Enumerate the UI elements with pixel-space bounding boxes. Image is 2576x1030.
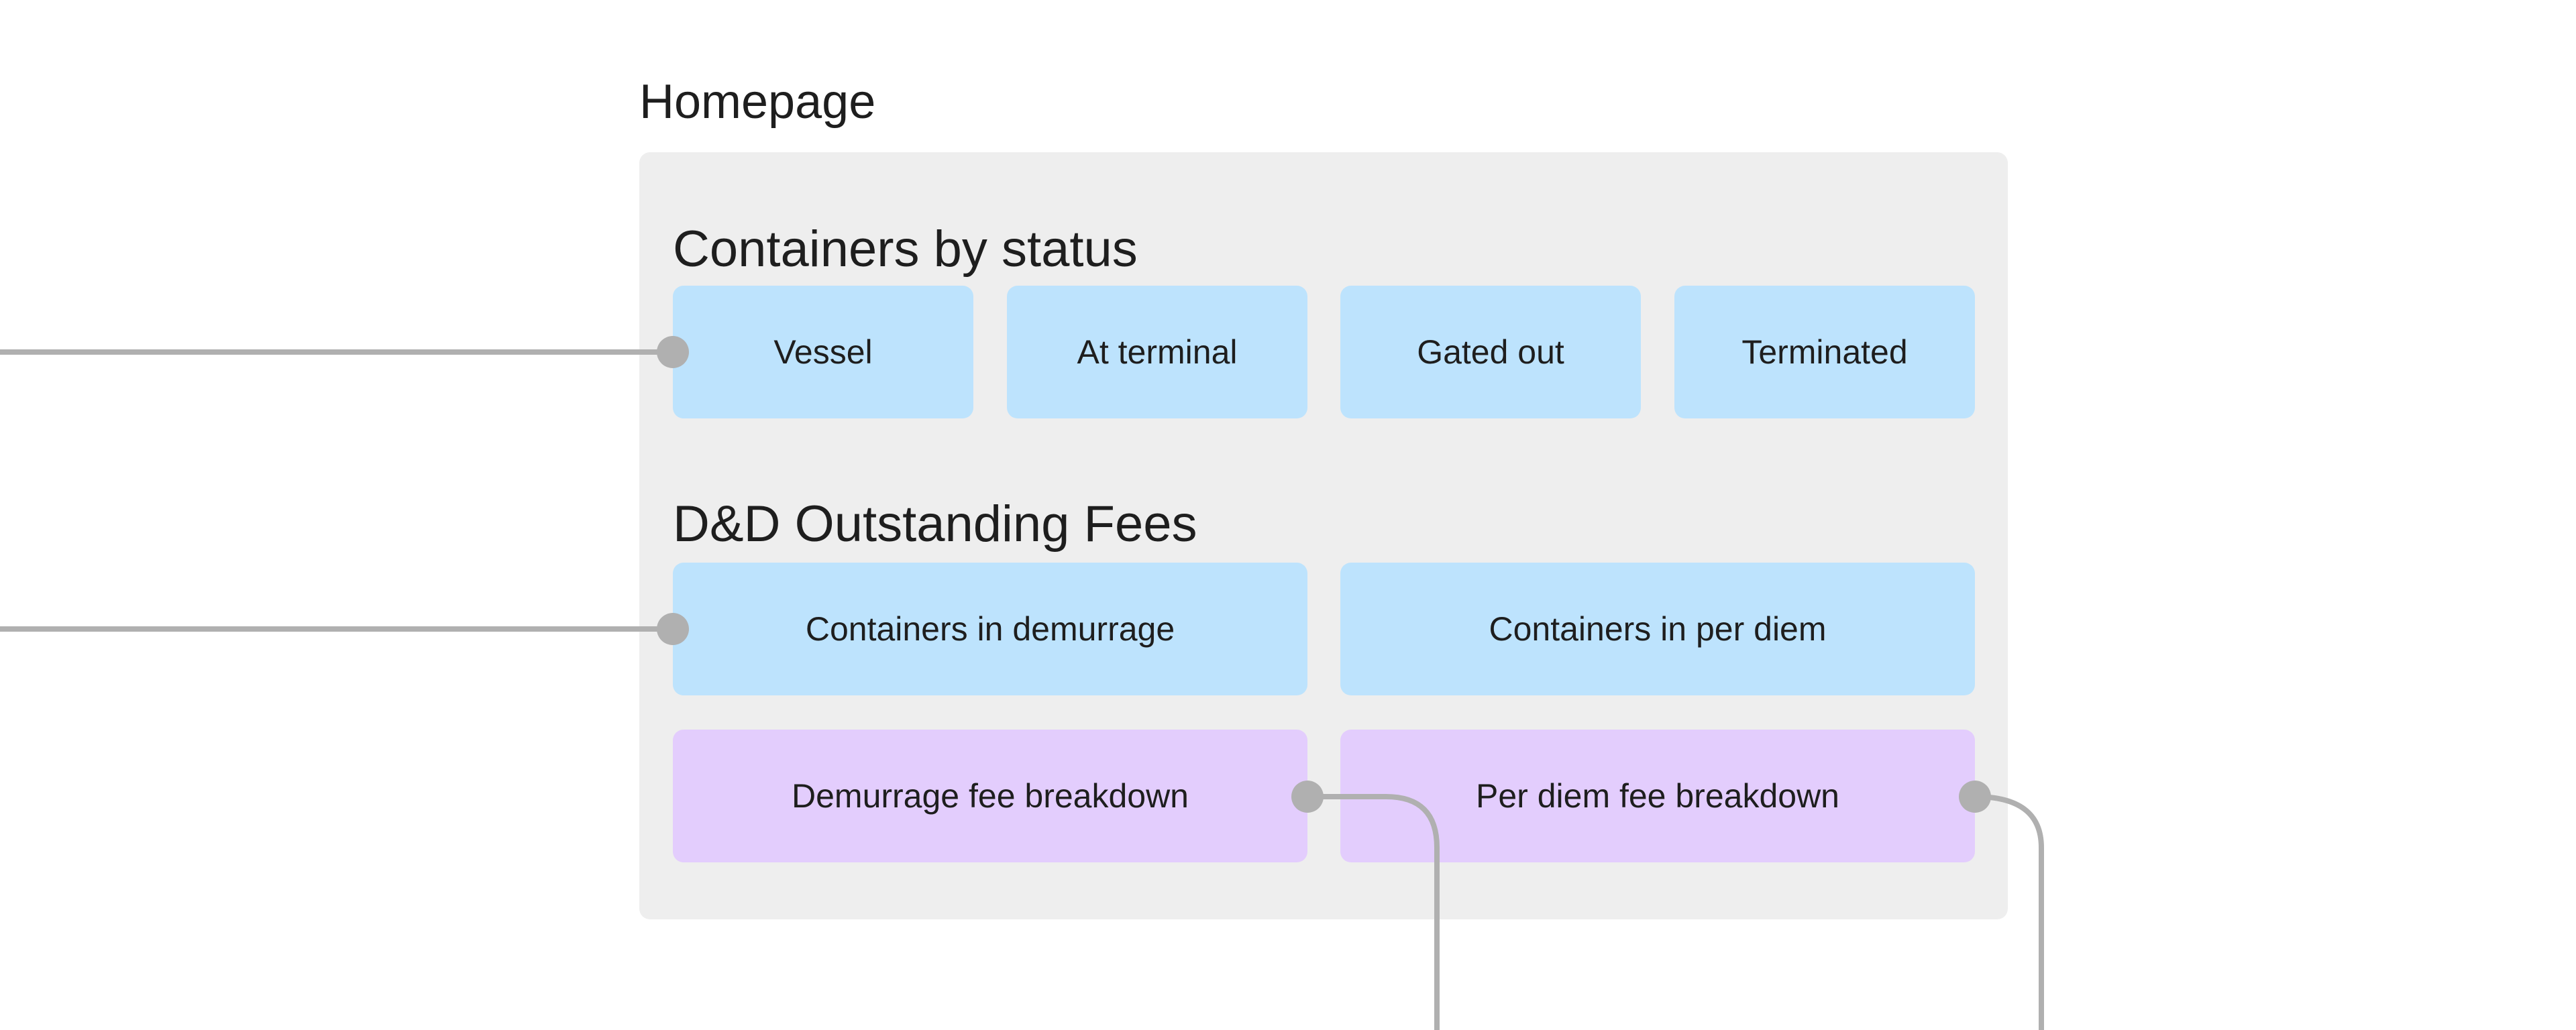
card-containers-in-demurrage[interactable]: Containers in demurrage (673, 563, 1307, 695)
page-title: Homepage (639, 75, 876, 129)
card-vessel[interactable]: Vessel (673, 286, 973, 418)
section-title-dd-outstanding-fees: D&D Outstanding Fees (673, 496, 1197, 553)
card-demurrage-fee-breakdown[interactable]: Demurrage fee breakdown (673, 730, 1307, 862)
card-at-terminal[interactable]: At terminal (1007, 286, 1307, 418)
card-gated-out[interactable]: Gated out (1340, 286, 1641, 418)
card-terminated[interactable]: Terminated (1674, 286, 1975, 418)
card-per-diem-fee-breakdown[interactable]: Per diem fee breakdown (1340, 730, 1975, 862)
diagram-canvas: Homepage Containers by status Vessel At … (0, 0, 2576, 1030)
section-title-containers-by-status: Containers by status (673, 221, 1138, 278)
card-containers-in-per-diem[interactable]: Containers in per diem (1340, 563, 1975, 695)
